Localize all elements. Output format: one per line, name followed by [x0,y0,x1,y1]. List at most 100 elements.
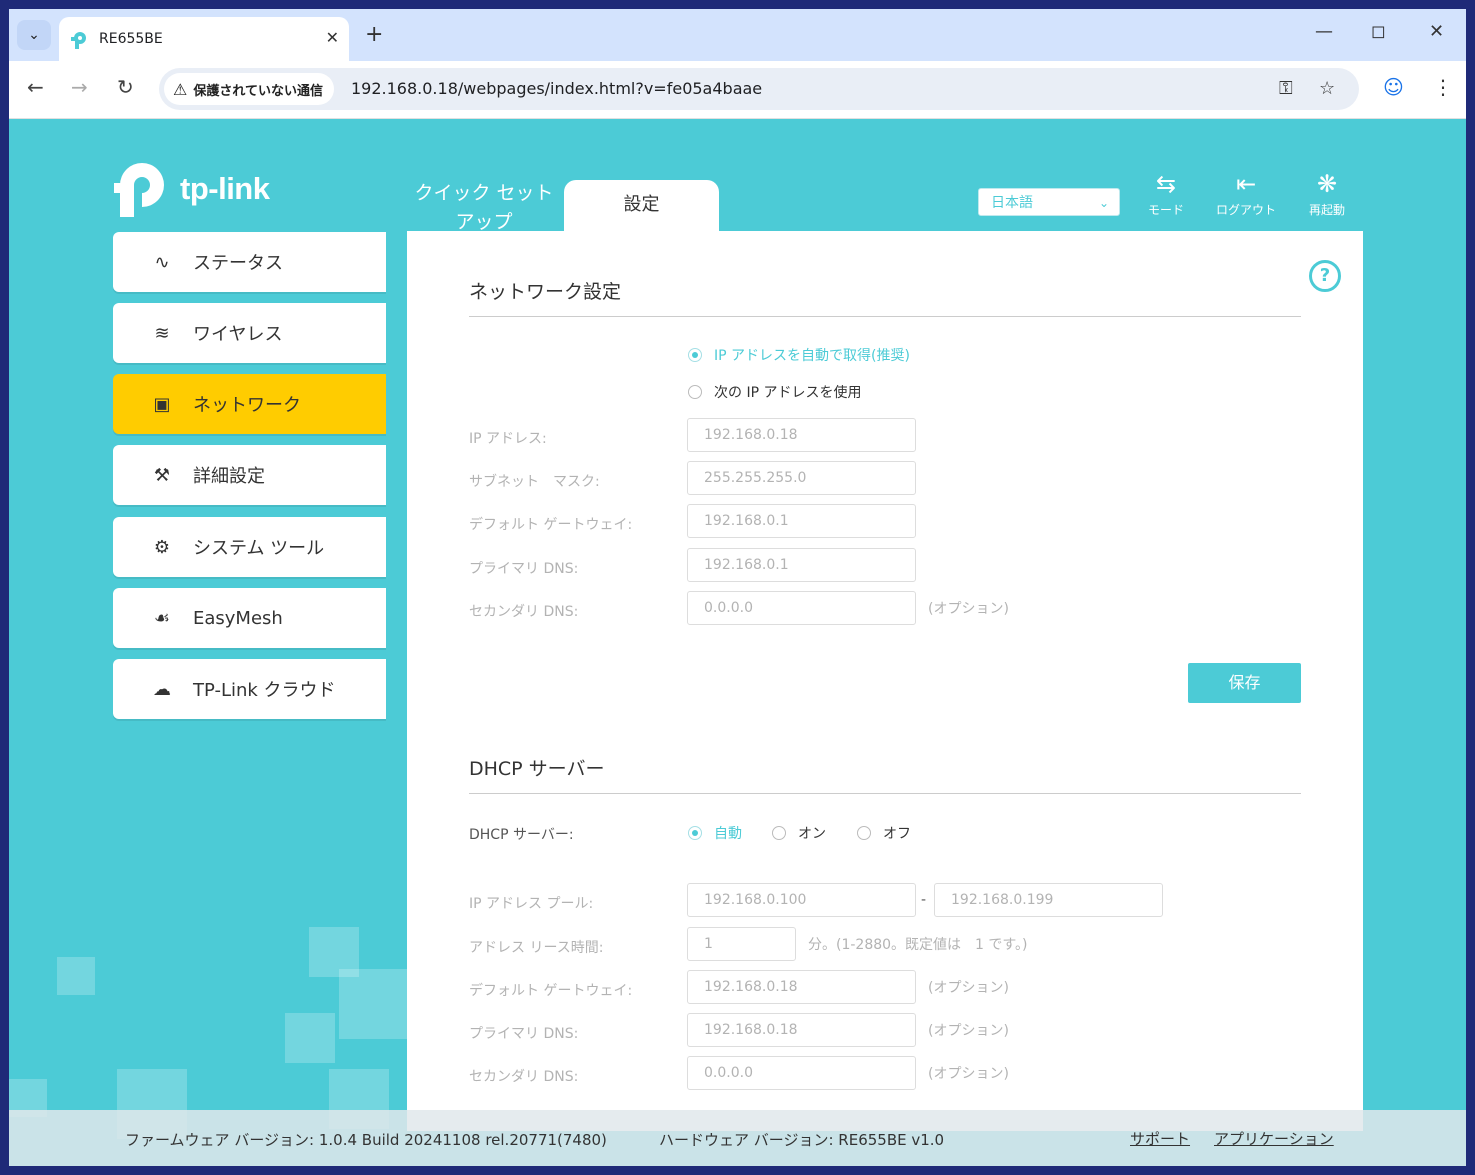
reboot-icon: ❋ [1316,170,1338,198]
forward-arrow-icon[interactable]: → [71,75,88,99]
gear-icon: ⚙ [153,536,171,558]
logout-label: ログアウト [1215,203,1276,217]
ip-pool-end-input[interactable]: 192.168.0.199 [934,883,1163,917]
close-icon[interactable]: ✕ [326,28,339,47]
lease-time-hint: 分。(1-2880。既定値は 1 です。) [808,937,1028,953]
tab-settings[interactable]: 設定 [564,180,719,235]
sidebar-item-cloud[interactable]: ☁ TP-Link クラウド [113,659,386,719]
secondary-dns-input[interactable]: 0.0.0.0 [687,591,916,625]
primary-dns-label: プライマリ DNS: [469,561,579,577]
radio-ip-manual[interactable]: 次の IP アドレスを使用 [688,382,861,402]
sidebar-item-network[interactable]: ▣ ネットワーク [113,374,386,434]
radio-label: 自動 [714,826,742,842]
radio-dhcp-on[interactable]: オン [772,823,826,843]
logout-button[interactable]: ⇤ ログアウト [1206,169,1286,218]
wireless-icon: ≋ [154,322,170,344]
background-pattern [57,957,95,995]
reboot-button[interactable]: ❋ 再起動 [1287,169,1367,218]
sidebar-item-system-tools[interactable]: ⚙ システム ツール [113,517,386,577]
wrench-icon: ⚒ [153,464,171,486]
optional-hint: (オプション) [928,980,1009,996]
window-close-icon[interactable]: ✕ [1429,21,1444,42]
tab-search-button[interactable]: ⌄ [17,20,51,50]
sidebar-item-status[interactable]: ∿ ステータス [113,232,386,292]
sidebar-item-label: TP-Link クラウド [193,680,336,701]
url-text[interactable]: 192.168.0.18/webpages/index.html?v=fe05a… [351,79,762,98]
ip-pool-separator: - [921,892,927,908]
radio-selected-icon [688,348,702,362]
dhcp-server-label: DHCP サーバー: [469,827,574,843]
sidebar-item-easymesh[interactable]: ☙ EasyMesh [113,588,386,648]
dhcp-secondary-dns-input[interactable]: 0.0.0.0 [687,1056,916,1090]
status-pulse-icon: ∿ [154,251,170,273]
sidebar-item-label: システム ツール [193,538,325,559]
back-arrow-icon[interactable]: ← [27,75,44,99]
secondary-dns-label: セカンダリ DNS: [469,604,579,620]
more-menu-icon[interactable]: ⋮ [1433,75,1453,99]
radio-ip-auto[interactable]: IP アドレスを自動で取得(推奨) [688,345,910,365]
address-bar[interactable]: ⚠ 保護されていない通信 192.168.0.18/webpages/index… [159,68,1359,110]
chevron-down-icon: ⌄ [1098,196,1109,210]
radio-label: IP アドレスを自動で取得(推奨) [714,348,910,364]
ip-address-input[interactable]: 192.168.0.18 [687,418,916,452]
save-button[interactable]: 保存 [1188,663,1301,703]
reboot-label: 再起動 [1308,203,1345,217]
section-title-network: ネットワーク設定 [469,281,622,303]
tplink-logo: tp-link [112,157,270,221]
warning-icon: ⚠ [173,79,188,99]
radio-label: 次の IP アドレスを使用 [714,385,862,401]
radio-label: オフ [883,826,911,842]
sidebar-item-label: ネットワーク [193,395,301,416]
dhcp-primary-dns-input[interactable]: 192.168.0.18 [687,1013,916,1047]
background-pattern [285,1013,335,1063]
radio-selected-icon [688,826,702,840]
lease-time-label: アドレス リース時間: [469,940,604,956]
dhcp-gateway-input[interactable]: 192.168.0.18 [687,970,916,1004]
key-icon[interactable]: ⚿ [1279,78,1293,99]
background-pattern [339,969,409,1039]
mode-button[interactable]: ⇆ モード [1126,169,1206,218]
minimize-icon[interactable]: — [1315,21,1333,42]
ip-address-label: IP アドレス: [469,431,547,447]
profile-icon[interactable]: ☺ [1383,75,1404,99]
ip-pool-label: IP アドレス プール: [469,896,594,912]
hardware-version: ハードウェア バージョン: RE655BE v1.0 [659,1131,945,1149]
security-chip[interactable]: ⚠ 保護されていない通信 [164,73,334,105]
browser-tab[interactable]: RE655BE ✕ [59,17,349,61]
tplink-favicon-icon [71,32,86,49]
lease-time-input[interactable]: 1 [687,927,796,961]
subnet-mask-label: サブネット マスク: [469,474,600,490]
sidebar-item-label: 詳細設定 [193,466,265,487]
star-icon[interactable]: ☆ [1319,78,1335,99]
app-link[interactable]: アプリケーション [1214,1128,1334,1149]
help-icon[interactable]: ? [1309,260,1341,292]
new-tab-icon[interactable]: + [365,22,383,47]
mode-label: モード [1147,203,1184,217]
optional-hint: (オプション) [928,1023,1009,1039]
radio-dhcp-auto[interactable]: 自動 [688,823,742,843]
dhcp-gateway-label: デフォルト ゲートウェイ: [469,983,633,999]
sidebar-item-wireless[interactable]: ≋ ワイヤレス [113,303,386,363]
default-gateway-input[interactable]: 192.168.0.1 [687,504,916,538]
network-icon: ▣ [153,393,171,415]
language-select[interactable]: 日本語 ⌄ [978,188,1120,216]
primary-dns-input[interactable]: 192.168.0.1 [687,548,916,582]
optional-hint: (オプション) [928,601,1009,617]
support-link[interactable]: サポート [1130,1128,1190,1149]
sidebar-item-advanced[interactable]: ⚒ 詳細設定 [113,445,386,505]
sidebar-item-label: ステータス [193,253,283,274]
logout-icon: ⇤ [1235,170,1257,198]
reload-icon[interactable]: ↻ [117,75,134,99]
page-footer: ファームウェア バージョン: 1.0.4 Build 20241108 rel.… [9,1110,1466,1166]
subnet-mask-input[interactable]: 255.255.255.0 [687,461,916,495]
ip-pool-start-input[interactable]: 192.168.0.100 [687,883,916,917]
radio-dhcp-off[interactable]: オフ [857,823,911,843]
sidebar-item-label: EasyMesh [193,607,283,629]
section-divider [469,793,1301,794]
tab-quick-setup[interactable]: クイック セット アップ [404,179,564,237]
maximize-icon[interactable]: ◻ [1371,21,1386,42]
settings-panel: ? ネットワーク設定 IP アドレスを自動で取得(推奨) 次の IP アドレスを… [407,231,1363,1131]
tab-quick-setup-line1: クイック セット [414,182,554,204]
default-gateway-label: デフォルト ゲートウェイ: [469,517,633,533]
mode-switch-icon: ⇆ [1155,170,1177,198]
